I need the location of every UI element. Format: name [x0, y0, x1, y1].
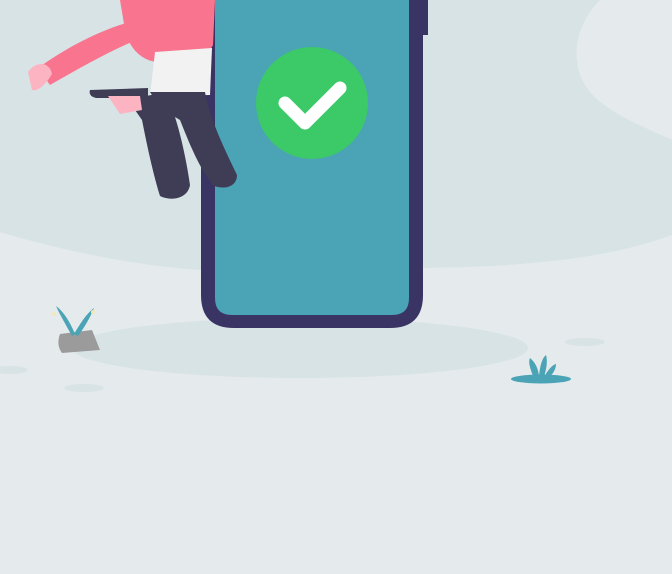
ground-dot-2 — [64, 384, 104, 392]
ground-dot-3 — [565, 338, 605, 346]
person-waist — [150, 48, 212, 96]
plant-icon — [511, 355, 571, 384]
checkmark-icon — [256, 47, 368, 159]
success-illustration — [0, 0, 672, 574]
ground-dot-1 — [0, 366, 28, 374]
illustration-canvas — [0, 0, 672, 392]
